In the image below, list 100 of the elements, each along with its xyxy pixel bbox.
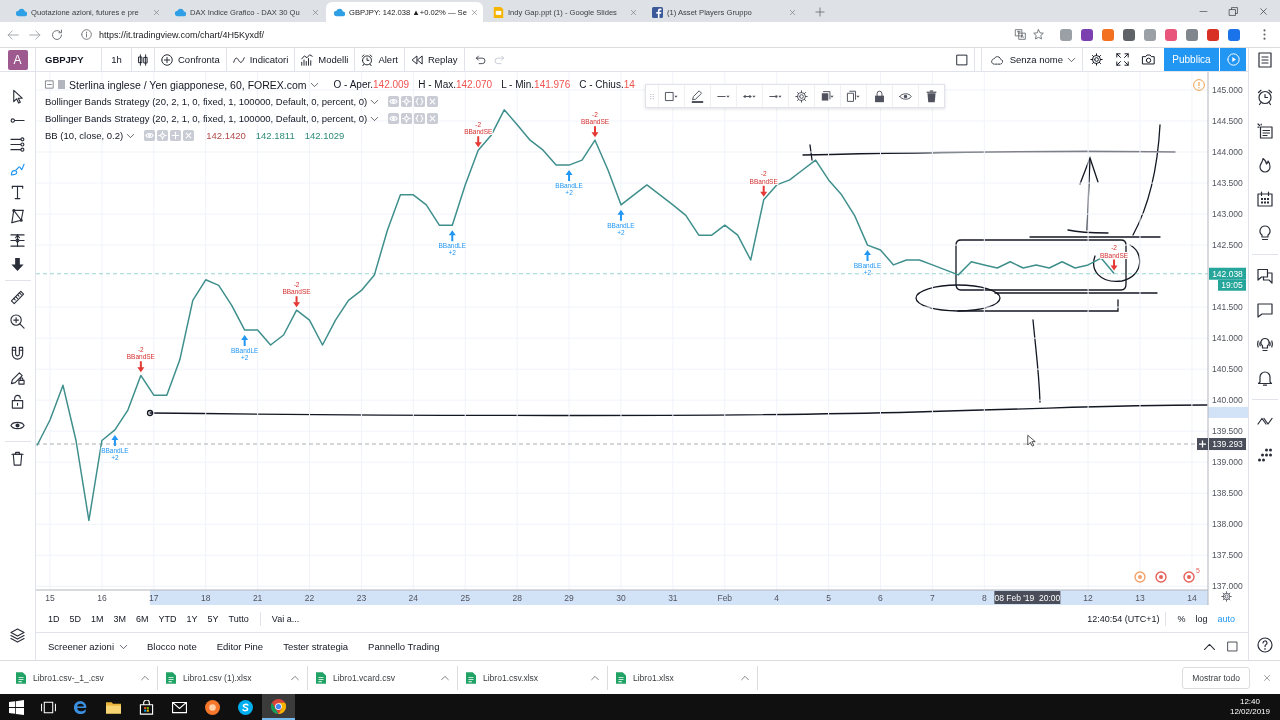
symbol-button[interactable]: GBPJPY [36, 48, 102, 71]
fill-icon[interactable] [821, 89, 834, 103]
range-button[interactable]: Tutto [223, 613, 254, 624]
help-icon[interactable] [1256, 637, 1273, 653]
download-item[interactable]: Libro1.csv.xlsx [458, 665, 608, 690]
ruler-icon[interactable] [10, 289, 25, 305]
pencil-icon[interactable] [691, 89, 704, 103]
star-icon[interactable] [1033, 29, 1044, 40]
trash-icon[interactable] [925, 89, 938, 103]
freehand-line-drawing[interactable] [146, 404, 1208, 417]
range-button[interactable]: 1M [86, 613, 109, 624]
panel-tab[interactable]: Pannello Trading [358, 641, 450, 652]
user-avatar[interactable]: A [7, 49, 28, 70]
down-arrow-icon[interactable] [10, 256, 25, 272]
download-item[interactable]: Libro1.vcard.csv [308, 665, 458, 690]
restore-icon[interactable] [1228, 6, 1238, 16]
chevron-down-icon[interactable] [310, 82, 318, 87]
extension-icon[interactable] [1102, 28, 1114, 41]
cursor-icon[interactable] [10, 88, 25, 104]
scale-option[interactable]: log [1190, 613, 1213, 624]
chevron-down-icon[interactable] [371, 99, 379, 104]
task-view-icon[interactable] [40, 699, 56, 715]
pencil-lock-icon[interactable] [10, 369, 25, 385]
event-marker-icon[interactable] [1183, 571, 1195, 583]
range-button[interactable]: 6M [131, 613, 154, 624]
lightbulb-icon[interactable] [1256, 225, 1273, 241]
bell-icon[interactable] [1256, 370, 1273, 386]
measure-icon[interactable] [10, 232, 25, 248]
interval-button[interactable]: 1h [102, 48, 132, 71]
candlestick-icon[interactable] [137, 53, 149, 66]
menu-icon[interactable] [1263, 29, 1266, 40]
chat-bubble-icon[interactable] [1256, 302, 1273, 318]
settings-icon[interactable] [795, 89, 808, 103]
freehand-bracket-drawing[interactable] [957, 292, 1158, 312]
pattern-icon[interactable] [10, 208, 25, 224]
lightbulb-waves-icon[interactable] [1256, 336, 1273, 352]
camera-icon[interactable] [1141, 53, 1155, 66]
range-button[interactable]: 1Y [181, 613, 203, 624]
freehand-curve-drawing[interactable] [1132, 124, 1161, 236]
panel-tab[interactable]: Tester strategia [273, 641, 359, 652]
download-item[interactable]: Libro1.csv-_1_.csv [8, 665, 158, 690]
reload-icon[interactable] [51, 28, 63, 41]
collapse-icon[interactable] [45, 80, 54, 89]
panel-tab[interactable]: Blocco note [137, 641, 207, 652]
freehand-vertical-line-drawing[interactable] [1032, 319, 1041, 403]
settings-icon[interactable] [1089, 53, 1103, 66]
show-all-button[interactable]: Mostrar todo [1182, 666, 1250, 689]
undo-icon[interactable] [474, 54, 486, 65]
plus-icon[interactable] [1197, 438, 1208, 451]
zoom-in-icon[interactable] [10, 313, 25, 329]
replay-button[interactable]: Replay [404, 48, 465, 71]
extension-icon[interactable] [1186, 28, 1198, 41]
range-button[interactable]: 1D [43, 613, 65, 624]
panel-tab[interactable]: Screener azioni [38, 641, 137, 652]
watchlist-icon[interactable] [1256, 52, 1273, 68]
magnet-icon[interactable] [10, 345, 25, 361]
text-tool-icon[interactable] [10, 184, 25, 200]
chat-bubbles-icon[interactable] [1256, 268, 1273, 284]
fullscreen-icon[interactable] [1115, 53, 1129, 66]
chevron-up-icon[interactable] [1204, 643, 1215, 650]
close-icon[interactable] [1263, 673, 1271, 682]
minimize-icon[interactable] [1198, 10, 1208, 12]
news-icon[interactable] [1256, 123, 1273, 139]
range-button[interactable]: 3M [108, 613, 132, 624]
goto-button[interactable]: Vai a... [266, 613, 305, 624]
trash-icon[interactable] [10, 450, 25, 466]
unlock-icon[interactable] [10, 393, 25, 409]
freehand-circle-drawing[interactable] [1093, 244, 1141, 283]
lock-icon[interactable] [873, 89, 886, 103]
alert-button[interactable]: Alert [355, 48, 405, 71]
info-icon[interactable] [81, 29, 92, 40]
chevron-down-icon[interactable] [371, 116, 379, 121]
chevron-down-icon[interactable] [127, 133, 135, 138]
freehand-box-drawing[interactable] [955, 236, 1161, 291]
horizontal-lines-icon[interactable] [10, 136, 25, 152]
event-marker-icon[interactable] [1134, 571, 1146, 583]
download-item[interactable]: Libro1.csv (1).xlsx [158, 665, 308, 690]
maximize-icon[interactable] [1227, 641, 1238, 652]
start-icon[interactable] [8, 699, 24, 715]
range-button[interactable]: 5Y [202, 613, 224, 624]
calendar-icon[interactable] [1256, 191, 1273, 207]
extension-icon[interactable] [1165, 28, 1177, 41]
translate-icon[interactable] [1015, 29, 1026, 40]
selection-icon[interactable] [665, 89, 678, 103]
templates-button[interactable]: Modelli [295, 48, 356, 71]
fire-icon[interactable] [1256, 157, 1273, 173]
copy-icon[interactable] [847, 89, 860, 103]
download-item[interactable]: Libro1.xlsx [608, 665, 758, 690]
indicators-button[interactable]: Indicatori [226, 48, 296, 71]
taskbar-app-button[interactable] [262, 694, 295, 720]
extension-icon[interactable] [1081, 28, 1093, 41]
alarm-clock-icon[interactable] [1256, 89, 1273, 105]
square-icon[interactable] [956, 53, 969, 66]
extension-icon[interactable] [1123, 28, 1135, 41]
extension-icon[interactable] [1207, 28, 1219, 41]
layers-icon[interactable] [10, 627, 25, 643]
panel-tab[interactable]: Editor Pine [206, 641, 274, 652]
range-button[interactable]: 5D [64, 613, 87, 624]
drag-handle-icon[interactable] [649, 91, 655, 101]
event-marker-icon[interactable] [1155, 571, 1167, 583]
